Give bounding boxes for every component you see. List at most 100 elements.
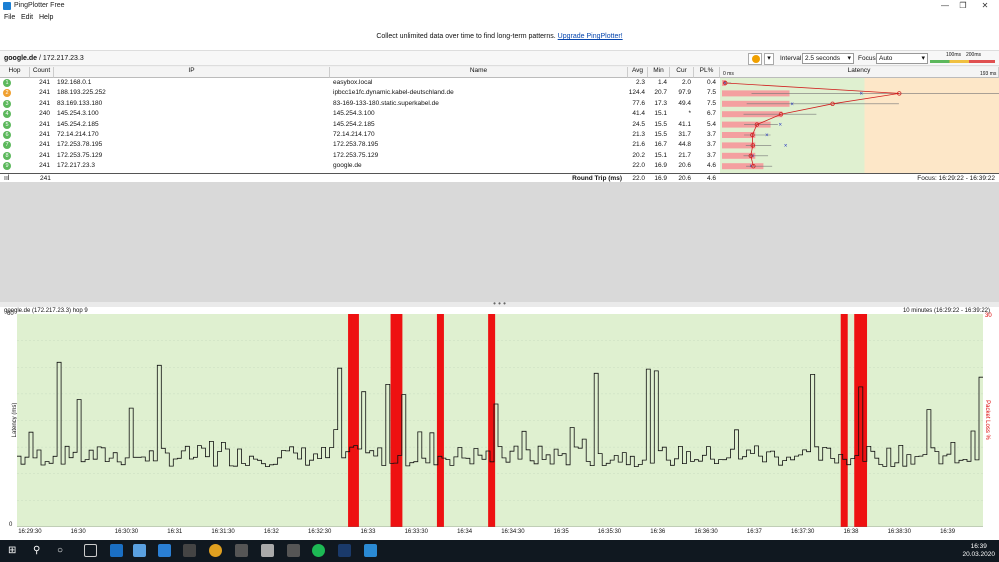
hop-number-badge: 7: [3, 141, 11, 150]
clock-date: 20.03.2020: [962, 551, 995, 558]
game-icon[interactable]: [235, 544, 248, 557]
hop-cur: 20.6: [678, 162, 691, 170]
hop-row[interactable]: 3 241 83.169.133.180 83-169-133-180.static.…: [0, 99, 720, 109]
x-tick-label: 16:29:30: [18, 529, 42, 535]
app-icon-3[interactable]: [338, 544, 351, 557]
outlook-icon[interactable]: [110, 544, 123, 557]
task-view-icon[interactable]: ○: [57, 544, 70, 557]
summary-count: 241: [40, 175, 51, 182]
hop-cur: 2.0: [681, 79, 691, 86]
hop-count: 241: [39, 89, 50, 97]
target-ip: / 172.217.23.3: [39, 55, 84, 62]
explorer-icon[interactable]: [133, 544, 146, 557]
col-avg[interactable]: Avg: [628, 67, 648, 78]
hop-cur: 49.4: [678, 99, 691, 107]
x-tick-label: 16:33: [360, 529, 376, 535]
app-icon: [3, 2, 11, 10]
col-pl[interactable]: PL%: [694, 67, 720, 78]
hop-min: 15.5: [654, 120, 667, 128]
hop-name: easybox.local: [333, 79, 373, 86]
x-tick-label: 16:35:30: [597, 529, 622, 535]
legend-100: 100ms: [946, 52, 962, 58]
window-title: PingPlotter Free: [14, 2, 65, 9]
cur-marker: ×: [765, 133, 769, 139]
search-icon[interactable]: ⚲: [33, 544, 46, 557]
menu-help[interactable]: Help: [39, 14, 53, 21]
hop-row[interactable]: 9 241 172.217.23.3 google.de 22.0 16.9 20.6 4.6: [0, 161, 720, 171]
hop-pl: 0.4: [706, 79, 716, 86]
cur-marker: ×: [790, 102, 794, 108]
hop-number-badge: 9: [3, 162, 11, 171]
packet-loss-bar: [395, 314, 403, 527]
hop-ip: 192.168.0.1: [57, 79, 92, 86]
hop-number-badge: 2: [3, 89, 11, 98]
cur-marker: ×: [779, 123, 783, 129]
app-icon-2[interactable]: [261, 544, 274, 557]
hop-pl: 7.5: [706, 99, 716, 107]
pause-button[interactable]: [748, 53, 762, 65]
pingplotter-taskbar-icon[interactable]: [364, 544, 377, 557]
game-icon-2[interactable]: [287, 544, 300, 557]
x-tick-label: 16:30:30: [114, 529, 139, 535]
x-tick-label: 16:32: [263, 529, 279, 535]
menu-edit[interactable]: Edit: [21, 14, 33, 21]
hop-name: ipbcc1e1fc.dynamic.kabel-deutschland.de: [333, 89, 454, 97]
menu-file[interactable]: File: [4, 14, 15, 21]
x-tick-label: 16:33:30: [404, 529, 428, 535]
interval-select[interactable]: 2.5 seconds: [802, 53, 854, 64]
hop-ip: 172.217.23.3: [57, 162, 95, 170]
store-icon[interactable]: [183, 544, 196, 557]
y-min-label: 0: [9, 522, 13, 528]
summary-bars-icon: ııl: [4, 175, 10, 182]
start-icon[interactable]: ⊞: [8, 544, 21, 557]
latency-min-label: 0 ms: [723, 71, 734, 77]
latency-legend-bar: [930, 60, 995, 63]
summary-focus: Focus: 16:29:22 - 16:39:22: [917, 175, 995, 182]
x-tick-label: 16:31:30: [211, 529, 235, 535]
hop-name: 145.254.3.100: [333, 110, 375, 118]
focus-select[interactable]: Auto: [876, 53, 928, 64]
y2-axis-label: Packet Loss %: [984, 400, 990, 440]
title-bar: PingPlotter Free — ❐ ✕: [0, 0, 999, 12]
summary-avg: 22.0: [632, 175, 645, 182]
hop-row[interactable]: 8 241 172.253.75.129 172.253.75.129 20.2 15.1…: [0, 151, 720, 161]
col-min[interactable]: Min: [648, 67, 670, 78]
col-cur[interactable]: Cur: [670, 67, 694, 78]
hop-min: 15.1: [654, 151, 667, 159]
system-clock: 16:39 20.03.2020: [962, 543, 995, 559]
col-ip[interactable]: IP: [54, 67, 330, 78]
hop-number-badge: 4: [3, 110, 11, 119]
latency-max-label: 193 ms: [980, 71, 997, 77]
chrome-icon[interactable]: [209, 544, 222, 557]
hop-ip: 172.253.75.129: [57, 151, 103, 159]
interval-label: Interval: [780, 55, 802, 62]
packet-loss-bar: [860, 314, 868, 527]
mail-icon[interactable]: [158, 544, 171, 557]
cur-marker: ×: [784, 143, 788, 149]
spotify-icon[interactable]: [312, 544, 325, 557]
close-button[interactable]: ✕: [980, 1, 990, 11]
minimize-button[interactable]: —: [940, 1, 950, 11]
col-name[interactable]: Name: [330, 67, 628, 78]
col-latency[interactable]: Latency: [720, 67, 999, 78]
taskview-icon[interactable]: [84, 544, 97, 557]
upgrade-link[interactable]: Upgrade PingPlotter!: [558, 33, 623, 40]
hop-row[interactable]: 6 241 72.14.214.170 72.14.214.170 21.3 15.5 31…: [0, 130, 720, 140]
hop-row[interactable]: 5 241 145.254.2.185 145.254.2.185 24.5 15.5 41…: [0, 120, 720, 130]
clock-time: 16:39: [970, 543, 987, 550]
x-tick-label: 16:37: [746, 529, 762, 535]
hop-avg: 124.4: [628, 89, 645, 97]
maximize-button[interactable]: ❐: [958, 1, 968, 11]
hop-row[interactable]: 2 241 188.193.225.252 ipbcc1e1fc.dynamic.ka…: [0, 88, 720, 98]
x-tick-label: 16:30: [70, 529, 86, 535]
hop-cur: *: [688, 110, 691, 118]
hop-row[interactable]: 1 241 192.168.0.1 easybox.local 2.3 1.4 2.0 0.4: [0, 78, 720, 88]
pause-dropdown-icon[interactable]: ▾: [764, 53, 774, 65]
col-hop[interactable]: Hop: [0, 67, 30, 78]
hop-number-badge: 3: [3, 99, 11, 108]
hop-avg: 21.3: [632, 131, 645, 138]
col-count[interactable]: Count: [30, 67, 54, 78]
hop-row[interactable]: 7 241 172.253.78.195 172.253.78.195 21.6 16.7…: [0, 140, 720, 150]
hop-row[interactable]: 4 240 145.254.3.100 145.254.3.100 41.4 15.1 * 6…: [0, 109, 720, 119]
x-tick-label: 16:35: [553, 529, 569, 535]
